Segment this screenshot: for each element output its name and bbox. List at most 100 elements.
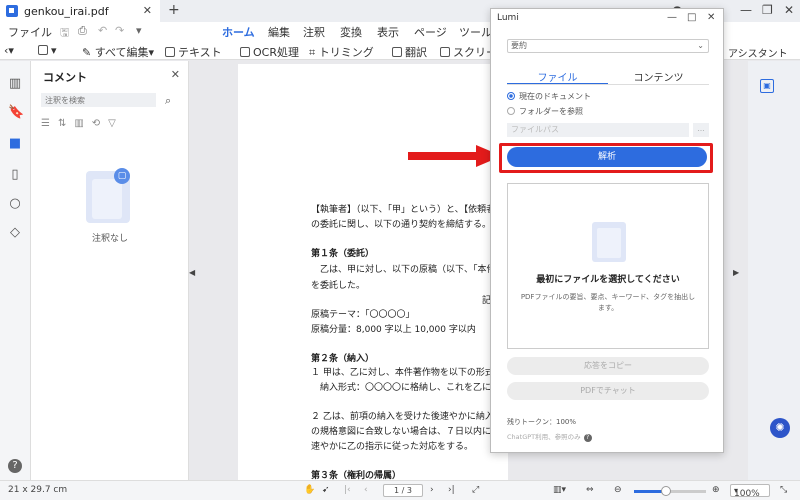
comment-search-icon[interactable]: ⌕ [165, 94, 171, 108]
comment-badge-icon: ▢ [114, 168, 130, 184]
document-line: 納入形式：〇〇〇〇に格納し、これを乙に [311, 383, 492, 393]
fit-icon[interactable]: ⤢ [472, 485, 479, 495]
fullscreen-icon[interactable]: ⤡ [780, 485, 787, 495]
menu-file[interactable]: ファイル [8, 24, 52, 40]
ai-icon[interactable]: ▣ [760, 79, 774, 93]
document-line: の規格意図に合致しない場合は、７日以内に [311, 427, 492, 437]
edit-all-label: すべて編集 [94, 46, 149, 59]
copy-answer-button[interactable]: 応答をコピー [507, 357, 709, 375]
hand-tool-icon[interactable]: ‹▾ [4, 44, 14, 57]
trim-button[interactable]: ⌗ トリミング [309, 44, 374, 60]
assistant-label[interactable]: アシスタント [728, 45, 788, 60]
quick-access-dropdown-icon[interactable]: ▾ [136, 24, 142, 37]
status-bar: 21 x 29.7 cm ✋ ➹ |‹ ‹ 1 / 3 › ›| ⤢ ▥▾ ⇔ … [0, 480, 800, 500]
document-illustration [592, 222, 626, 262]
bookmark-icon[interactable]: 🔖 [8, 106, 24, 120]
close-panel-icon[interactable]: ✕ [171, 68, 180, 81]
document-line: 原稿分量：8,000 字以上 10,000 字以内 [311, 325, 476, 335]
select-box-icon[interactable]: ▾ [38, 44, 57, 57]
last-page-icon[interactable]: ›| [448, 485, 455, 495]
first-page-icon[interactable]: |‹ [344, 485, 351, 495]
lumi-tabs: ファイル コンテンツ [507, 69, 709, 85]
menu-comment[interactable]: 注釈 [303, 24, 325, 40]
browse-button[interactable]: … [693, 123, 709, 137]
print-icon[interactable]: ⎙ [78, 24, 87, 38]
analyze-button[interactable]: 解析 [507, 147, 707, 167]
tab-divider [507, 84, 709, 85]
drop-zone-description: PDFファイルの要旨、要点、キーワード、タグを抽出します。 [520, 293, 696, 312]
hand-icon[interactable]: ✋ [304, 485, 315, 495]
zoom-slider[interactable] [634, 486, 706, 496]
lumi-close-icon[interactable]: ✕ [707, 12, 715, 23]
document-tab[interactable]: genkou_irai.pdf ✕ [0, 0, 160, 22]
zoom-out-icon[interactable]: ⊖ [614, 485, 622, 495]
edit-all-button[interactable]: ✎ すべて編集▾ [82, 44, 154, 60]
lumi-launcher-icon[interactable]: ✺ [770, 418, 790, 438]
zoom-value: 100% [734, 489, 760, 499]
collapse-right-icon[interactable]: ▶ [733, 268, 739, 277]
redo-icon[interactable]: ↷ [115, 24, 124, 37]
select-cursor-icon[interactable]: ➹ [322, 485, 330, 495]
prev-page-icon[interactable]: ‹ [364, 485, 368, 495]
document-line: の委託に関し、以下の通り契約を締結する。 [311, 220, 492, 230]
radio-current-document[interactable]: 現在のドキュメント [507, 91, 591, 102]
help-icon[interactable]: ? [8, 459, 22, 473]
zoom-in-icon[interactable]: ⊕ [712, 485, 720, 495]
lumi-minimize-icon[interactable]: — [667, 12, 677, 23]
comment-search-input[interactable] [41, 93, 156, 107]
document-heading: 第２条（納入） [311, 354, 375, 364]
radio-current-label: 現在のドキュメント [519, 92, 591, 101]
collapse-left-icon[interactable]: ◀ [189, 268, 195, 277]
menu-edit[interactable]: 編集 [268, 24, 290, 40]
menu-tool[interactable]: ツール [459, 24, 492, 40]
comment-panel: コメント ✕ ⌕ ☰⇅▥⟲▽ ▢ 注釈なし [31, 61, 189, 480]
undo-icon[interactable]: ↶ [98, 24, 107, 37]
lumi-title-bar: Lumi — □ ✕ [491, 9, 723, 29]
comment-filter-tools[interactable]: ☰⇅▥⟲▽ [41, 118, 124, 129]
mode-select[interactable]: 要約 ⌄ [507, 39, 709, 53]
empty-comments-label: 注釈なし [91, 234, 128, 244]
thumbnails-icon[interactable]: ▥ [8, 77, 22, 91]
save-icon[interactable]: 🖫 [60, 24, 69, 43]
comment-icon[interactable]: ■ [8, 137, 22, 151]
zoom-slider-knob[interactable] [661, 486, 672, 496]
file-path-field[interactable]: ファイルパス [507, 123, 689, 137]
menu-page[interactable]: ページ [414, 24, 447, 40]
document-line: 原稿テーマ：「〇〇〇〇」 [311, 310, 415, 320]
menu-home[interactable]: ホーム [216, 24, 261, 44]
close-tab-icon[interactable]: ✕ [143, 4, 152, 17]
document-line: １ 甲は、乙に対し、本件著作物を以下の形式 [311, 368, 494, 378]
right-panel: ▣ [748, 61, 800, 480]
maximize-icon[interactable]: ❐ [762, 3, 773, 17]
page-layout-icon[interactable]: ▥▾ [553, 485, 566, 495]
text-button[interactable]: テキスト [165, 44, 222, 60]
minimize-icon[interactable]: — [740, 3, 752, 17]
trim-label: トリミング [318, 46, 374, 59]
attachment-icon[interactable]: ▯ [8, 168, 22, 182]
close-window-icon[interactable]: ✕ [784, 3, 794, 17]
screenshot-button[interactable]: スクリー [440, 44, 497, 60]
next-page-icon[interactable]: › [430, 485, 434, 495]
tokens-remaining: 残りトークン：100% [507, 418, 577, 426]
ocr-button[interactable]: OCR処理 [240, 44, 299, 60]
menu-view[interactable]: 表示 [377, 24, 399, 40]
fit-width-icon[interactable]: ⇔ [586, 485, 594, 495]
document-line: ２ 乙は、前項の納入を受けた後速やかに納入 [311, 412, 494, 422]
translate-label: 翻訳 [405, 46, 427, 59]
radio-browse-folder[interactable]: フォルダーを参照 [507, 106, 583, 117]
menu-convert[interactable]: 変換 [340, 24, 362, 40]
new-tab-icon[interactable]: + [168, 2, 180, 18]
info-icon[interactable]: ? [583, 434, 592, 442]
translate-button[interactable]: 翻訳 [392, 44, 427, 60]
search-icon[interactable]: ○ [8, 197, 22, 211]
chatgpt-note: ChatGPT利用、参照のみ? [507, 431, 592, 442]
tab-content[interactable]: コンテンツ [608, 69, 709, 84]
zoom-select[interactable]: 100% ▾ [730, 484, 770, 499]
document-line: 速やかに乙の指示に従った対応をする。 [311, 442, 474, 452]
lumi-maximize-icon[interactable]: □ [687, 12, 696, 23]
chat-pdf-button[interactable]: PDFでチャット [507, 382, 709, 400]
layers-icon[interactable]: ◇ [8, 226, 22, 240]
tab-file[interactable]: ファイル [507, 69, 608, 85]
tab-filename: genkou_irai.pdf [24, 4, 109, 18]
page-number-field[interactable]: 1 / 3 [383, 484, 423, 497]
